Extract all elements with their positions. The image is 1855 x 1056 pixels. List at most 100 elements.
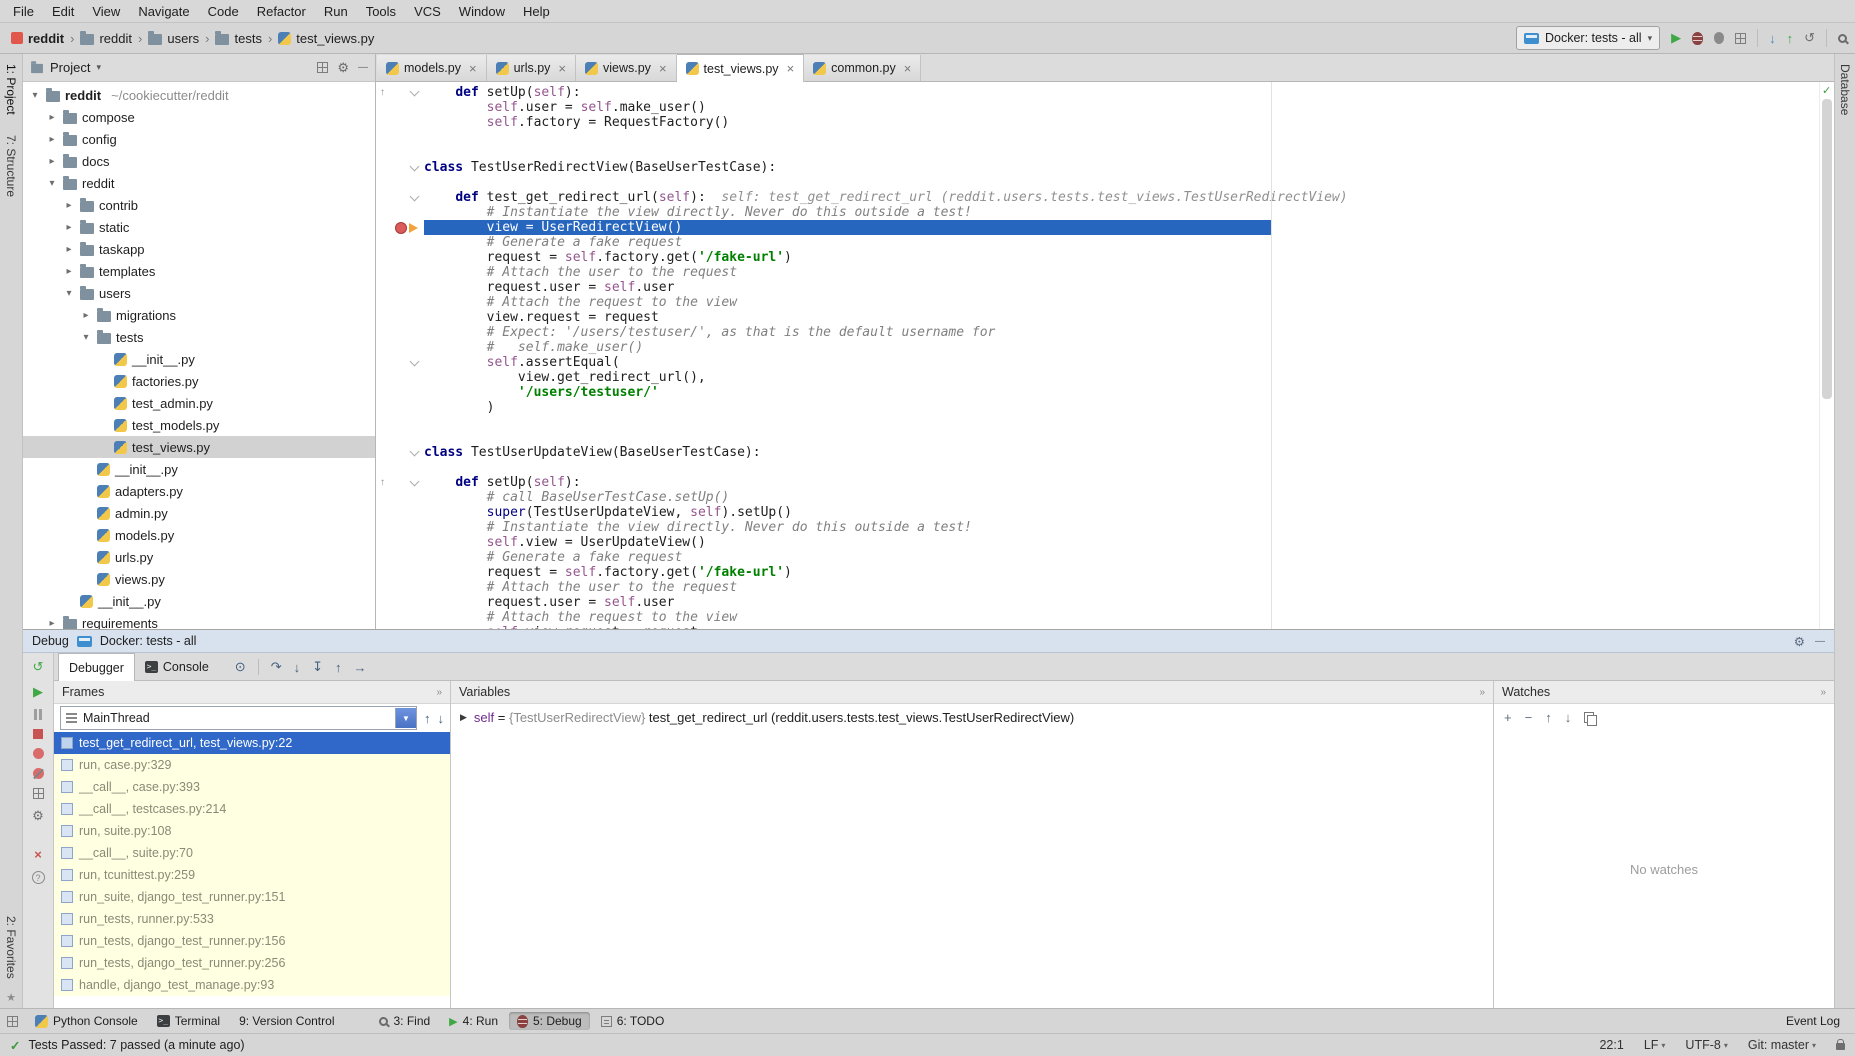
tool-window-switcher-icon[interactable] xyxy=(7,1016,18,1027)
vcs-commit-icon[interactable]: ↑ xyxy=(1787,31,1794,46)
tab-console[interactable]: Console xyxy=(135,654,219,680)
tree-expander-icon[interactable]: ▸ xyxy=(80,310,92,321)
scrollbar-thumb[interactable] xyxy=(1822,99,1832,399)
menu-tools[interactable]: Tools xyxy=(357,2,405,21)
frame-row[interactable]: run, case.py:329 xyxy=(54,754,450,776)
settings-gear-icon[interactable]: ⚙ xyxy=(32,808,44,824)
menu-code[interactable]: Code xyxy=(199,2,248,21)
breadcrumb-item-users[interactable]: users xyxy=(145,29,202,48)
gutter[interactable] xyxy=(376,448,424,458)
status-message[interactable]: Tests Passed: 7 passed (a minute ago) xyxy=(28,1038,244,1052)
fold-marker-icon[interactable] xyxy=(410,86,420,96)
tree-item-test_views.py[interactable]: test_views.py xyxy=(23,436,375,458)
hide-panel-icon[interactable]: » xyxy=(1820,687,1826,698)
lock-icon[interactable] xyxy=(1836,1043,1845,1050)
coverage-icon[interactable] xyxy=(1714,32,1724,44)
next-frame-icon[interactable]: ↓ xyxy=(438,711,445,726)
frame-row[interactable]: run, tcunittest.py:259 xyxy=(54,864,450,886)
breadcrumb-item-reddit[interactable]: reddit xyxy=(8,29,67,48)
tab-debugger[interactable]: Debugger xyxy=(58,653,135,681)
tool-button-6-todo[interactable]: 6: TODO xyxy=(593,1012,673,1030)
move-down-icon[interactable]: ↓ xyxy=(1565,710,1572,725)
tree-item-adapters.py[interactable]: adapters.py xyxy=(23,480,375,502)
breakpoint-icon[interactable] xyxy=(395,222,407,234)
mute-breakpoints-icon[interactable] xyxy=(33,768,44,779)
menu-edit[interactable]: Edit xyxy=(43,2,83,21)
stop-icon[interactable] xyxy=(33,729,43,739)
fold-marker-icon[interactable] xyxy=(410,476,420,486)
tree-item-docs[interactable]: ▸docs xyxy=(23,150,375,172)
force-step-into-icon[interactable]: ↧ xyxy=(312,659,323,675)
concurrency-diagram-icon[interactable] xyxy=(1735,33,1746,44)
editor[interactable]: ↑ def setUp(self): self.user = self.make… xyxy=(376,82,1819,629)
step-into-icon[interactable]: ↓ xyxy=(294,660,301,675)
fold-marker-icon[interactable] xyxy=(410,356,420,366)
gear-icon[interactable]: ⚙ xyxy=(337,60,349,76)
tree-item-templates[interactable]: ▸templates xyxy=(23,260,375,282)
frame-row[interactable]: handle, django_test_manage.py:93 xyxy=(54,974,450,996)
tree-expander-icon[interactable]: ▸ xyxy=(46,134,58,145)
menu-refactor[interactable]: Refactor xyxy=(248,2,315,21)
collapse-all-icon[interactable] xyxy=(317,62,328,73)
star-icon[interactable]: ★ xyxy=(6,991,16,1004)
frame-row[interactable]: run_tests, django_test_runner.py:156 xyxy=(54,930,450,952)
rerun-icon[interactable]: ↺ xyxy=(33,659,44,675)
tree-expander-icon[interactable]: ▸ xyxy=(63,222,75,233)
fold-marker-icon[interactable] xyxy=(410,161,420,171)
tree-item-config[interactable]: ▸config xyxy=(23,128,375,150)
vcs-update-icon[interactable]: ↓ xyxy=(1769,31,1776,46)
caret-position[interactable]: 22:1 xyxy=(1599,1038,1623,1052)
tool-button-event-log[interactable]: Event Log xyxy=(1778,1012,1848,1030)
tree-expander-icon[interactable]: ▸ xyxy=(46,112,58,123)
override-method-icon[interactable]: ↑ xyxy=(380,477,385,488)
settings-gear-icon[interactable]: ⚙ xyxy=(1794,634,1805,649)
gutter[interactable] xyxy=(376,163,424,173)
previous-frame-icon[interactable]: ↑ xyxy=(424,711,431,726)
menu-vcs[interactable]: VCS xyxy=(405,2,450,21)
frame-row[interactable]: run, suite.py:108 xyxy=(54,820,450,842)
tab-test_views.py[interactable]: test_views.py× xyxy=(677,54,805,82)
tab-close-icon[interactable]: × xyxy=(787,61,795,76)
tree-item-__init__.py[interactable]: __init__.py xyxy=(23,348,375,370)
run-to-cursor-icon[interactable]: → xyxy=(354,660,367,675)
close-icon[interactable]: × xyxy=(34,847,42,862)
inspection-status-icon[interactable]: ✓ xyxy=(1822,84,1831,97)
tree-item-reddit[interactable]: ▾reddit xyxy=(23,172,375,194)
step-out-icon[interactable]: ↑ xyxy=(335,660,342,675)
tool-button-project[interactable]: 1: Project xyxy=(4,54,18,125)
frame-row[interactable]: test_get_redirect_url, test_views.py:22 xyxy=(54,732,450,754)
breadcrumb-item-reddit[interactable]: reddit xyxy=(77,29,135,48)
tree-item-requirements[interactable]: ▸requirements xyxy=(23,612,375,629)
tab-views.py[interactable]: views.py× xyxy=(576,55,677,81)
tool-button-4-run[interactable]: ▶4: Run xyxy=(441,1012,506,1030)
duplicate-watch-icon[interactable] xyxy=(1584,712,1594,723)
restore-layout-icon[interactable] xyxy=(33,788,44,799)
fold-marker-icon[interactable] xyxy=(410,446,420,456)
tree-expander-icon[interactable]: ▸ xyxy=(63,266,75,277)
tool-button-3-find[interactable]: 3: Find xyxy=(371,1012,438,1030)
show-execution-point-icon[interactable]: ⊙ xyxy=(235,659,246,675)
tree-item-static[interactable]: ▸static xyxy=(23,216,375,238)
tree-item-__init__.py[interactable]: __init__.py xyxy=(23,458,375,480)
add-watch-icon[interactable]: + xyxy=(1504,710,1512,725)
tree-item-factories.py[interactable]: factories.py xyxy=(23,370,375,392)
frame-row[interactable]: __call__, suite.py:70 xyxy=(54,842,450,864)
tree-expander-icon[interactable]: ▾ xyxy=(80,332,92,343)
tool-button-database[interactable]: Database xyxy=(1838,54,1852,125)
tree-item-admin.py[interactable]: admin.py xyxy=(23,502,375,524)
project-view-title[interactable]: Project xyxy=(50,60,90,75)
hide-panel-icon[interactable]: » xyxy=(436,687,442,698)
tree-item-test_models.py[interactable]: test_models.py xyxy=(23,414,375,436)
run-button[interactable]: ▶ xyxy=(1671,30,1681,46)
search-everywhere-icon[interactable] xyxy=(1838,34,1847,43)
tree-expander-icon[interactable]: ▸ xyxy=(46,156,58,167)
tab-models.py[interactable]: models.py× xyxy=(377,55,487,81)
tab-urls.py[interactable]: urls.py× xyxy=(487,55,576,81)
tree-expander-icon[interactable]: ▾ xyxy=(63,288,75,299)
tab-close-icon[interactable]: × xyxy=(904,61,912,76)
tree-item-models.py[interactable]: models.py xyxy=(23,524,375,546)
tree-expander-icon[interactable]: ▸ xyxy=(46,618,58,629)
tree-item-__init__.py[interactable]: __init__.py xyxy=(23,590,375,612)
menu-run[interactable]: Run xyxy=(315,2,357,21)
hide-panel-icon[interactable]: » xyxy=(1479,687,1485,698)
